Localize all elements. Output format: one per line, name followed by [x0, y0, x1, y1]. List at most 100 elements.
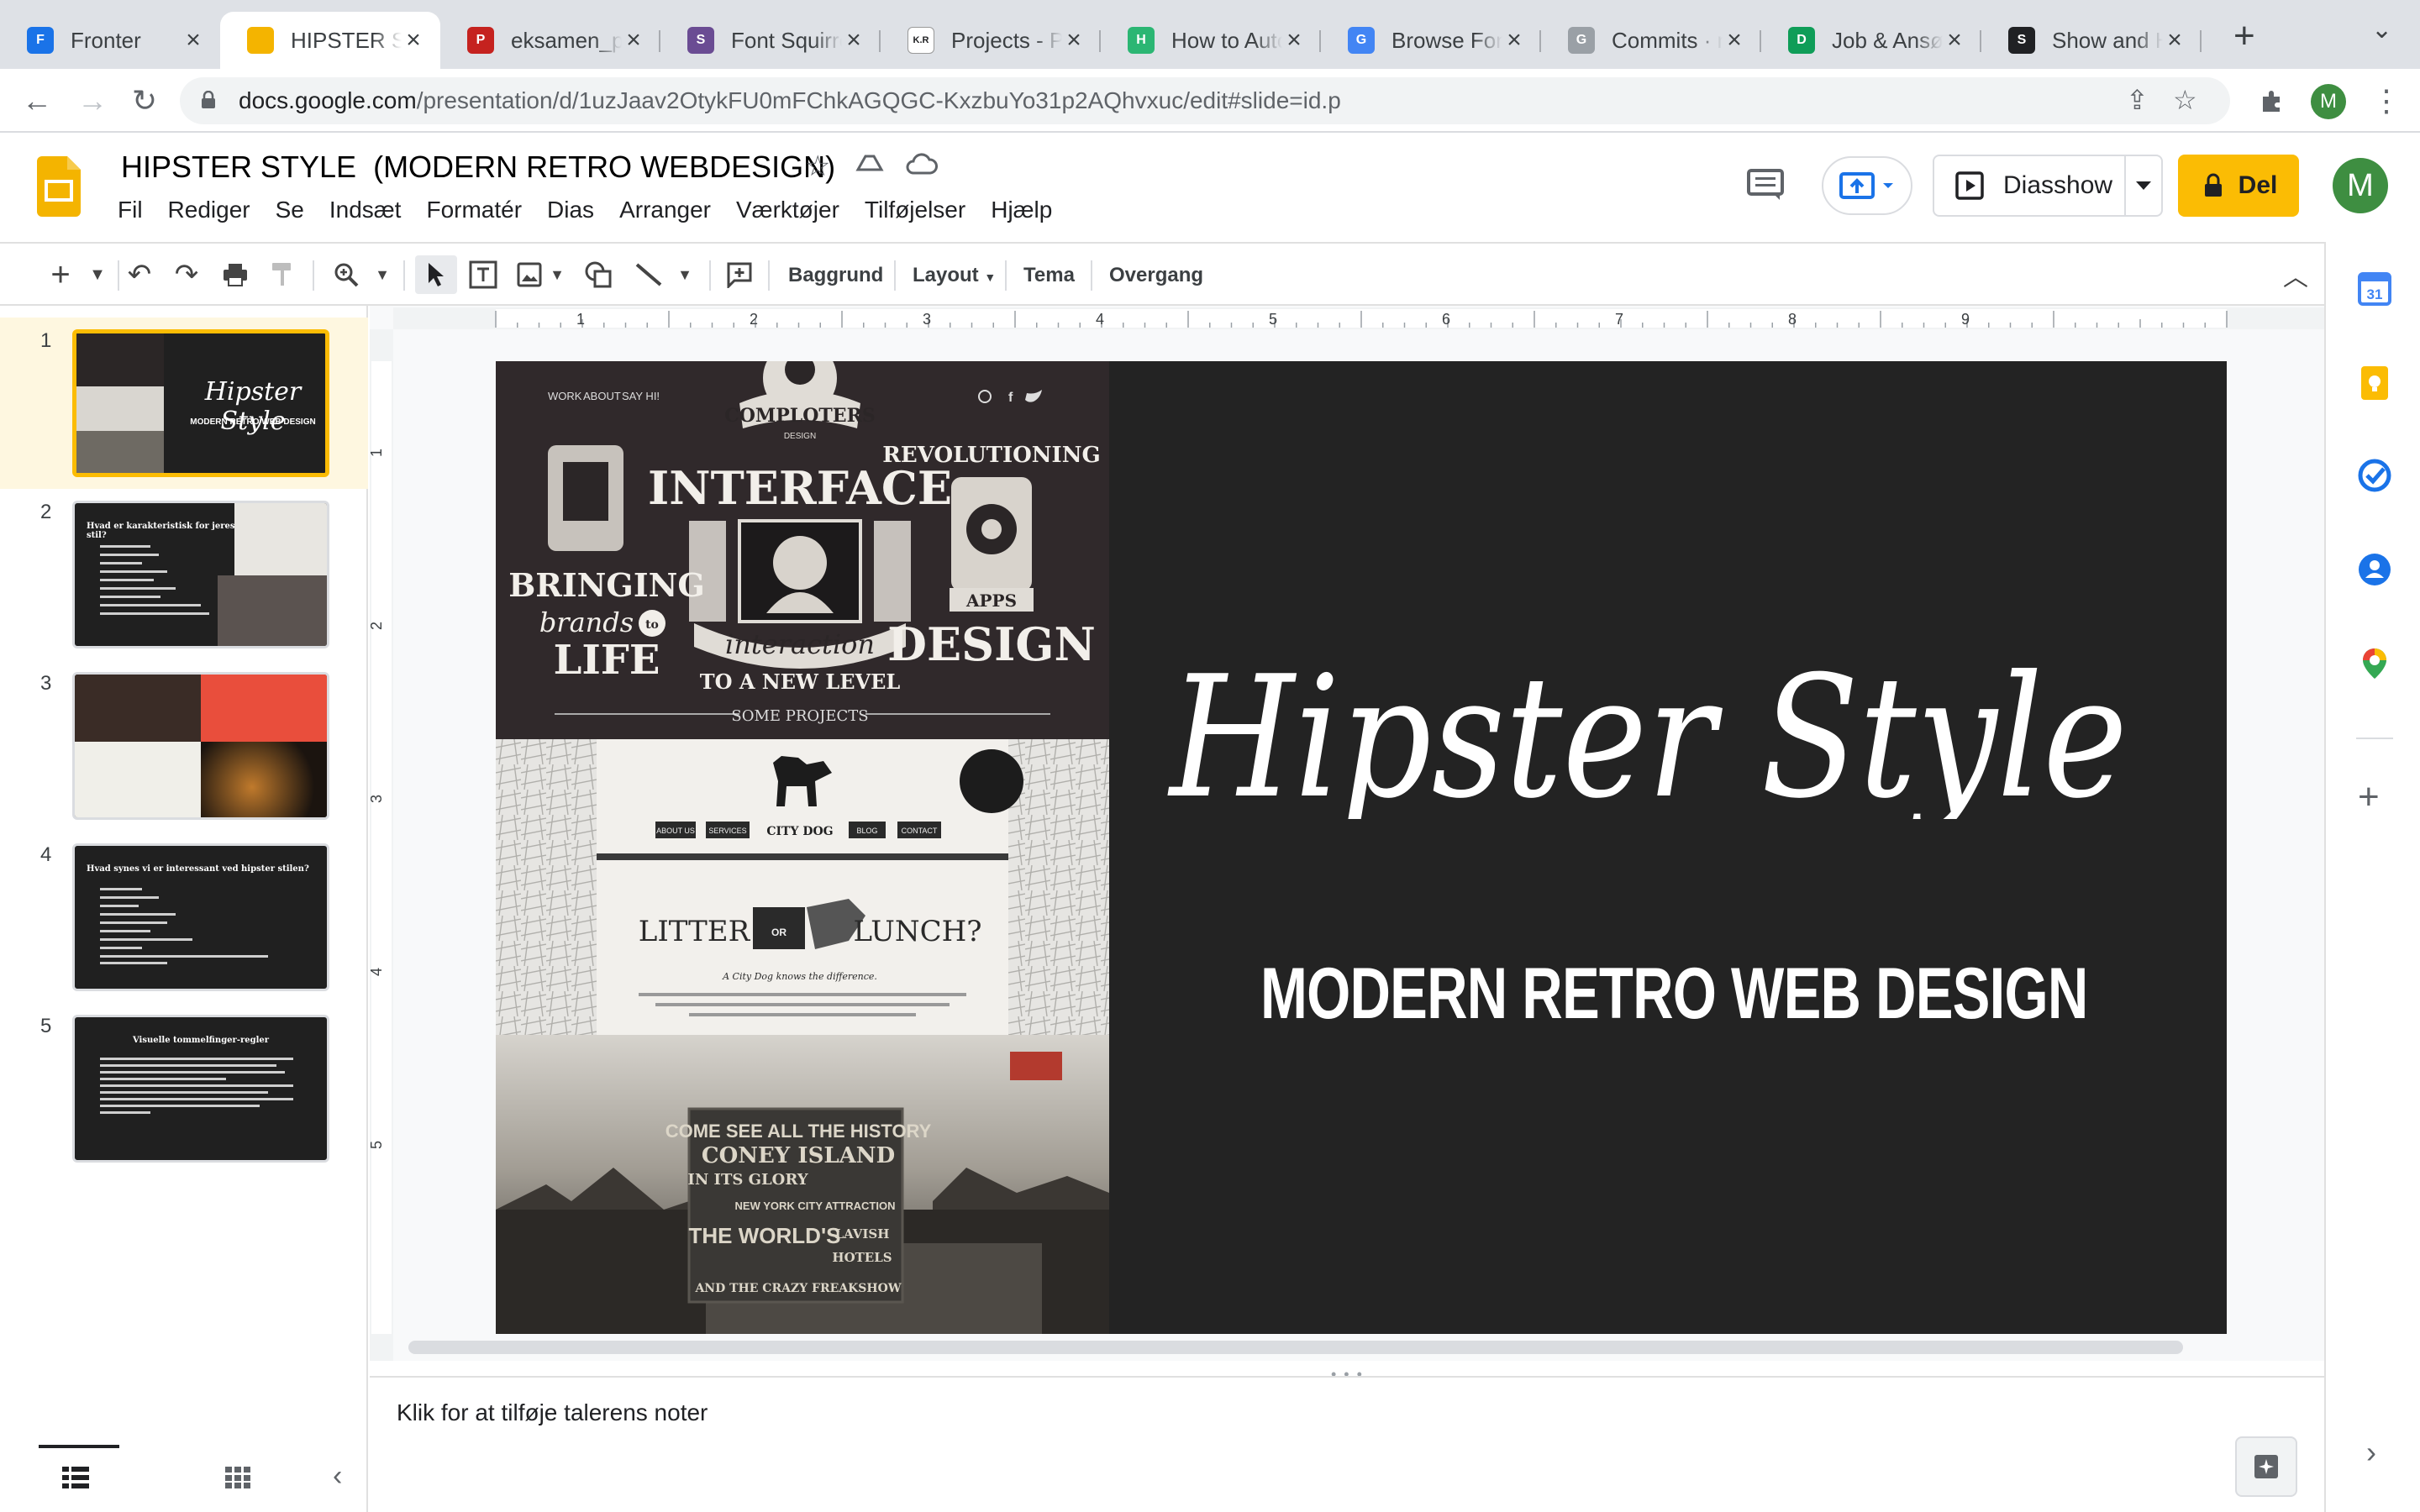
share-button[interactable]: Del [2178, 155, 2299, 217]
cloud-saved-icon[interactable] [906, 150, 938, 186]
forward-button[interactable]: → [72, 81, 113, 121]
menu-item[interactable]: Hjælp [991, 197, 1052, 223]
close-tab-icon[interactable]: × [1943, 26, 1966, 55]
browser-tab[interactable]: K.R Projects - P × [881, 12, 1101, 69]
grid-view-icon[interactable] [225, 1467, 250, 1493]
close-tab-icon[interactable]: × [2163, 26, 2186, 55]
close-tab-icon[interactable]: × [402, 26, 425, 55]
document-title[interactable]: HIPSTER STYLE (MODERN RETRO WEBDESIGN) [121, 150, 835, 185]
comment-history-icon[interactable] [1746, 168, 1785, 202]
present-to-meeting-button[interactable] [1822, 156, 1912, 215]
browser-tab[interactable]: S Show and H × [1981, 12, 2202, 69]
browser-tab[interactable]: D Job & Ansø × [1761, 12, 1981, 69]
new-tab-button[interactable]: + [2233, 15, 2255, 57]
slide-subtitle[interactable]: MODERN RETRO WEB DESIGN [1260, 953, 2088, 1036]
menu-item[interactable]: Værktøjer [736, 197, 839, 223]
back-button[interactable]: ← [17, 81, 57, 121]
browser-profile-avatar[interactable]: M [2311, 84, 2346, 119]
slide-title-box[interactable]: Hipster Style [496, 668, 2227, 819]
explore-sparkle-button[interactable] [2235, 1436, 2297, 1497]
layout-button[interactable]: Layout ▼ [913, 264, 996, 287]
star-icon[interactable]: ☆ [805, 150, 830, 183]
toolbar-divider [403, 260, 405, 291]
menu-item[interactable]: Tilføjelser [865, 197, 965, 223]
menu-item[interactable]: Arranger [619, 197, 711, 223]
horizontal-ruler[interactable]: 1 2 3 4 5 6 7 8 9 [393, 307, 2324, 329]
select-cursor-icon[interactable] [415, 255, 457, 294]
undo-icon[interactable]: ↶ [123, 255, 156, 294]
speaker-notes-panel[interactable]: Klik for at tilføje talerens noter [370, 1376, 2324, 1512]
extensions-puzzle-icon[interactable] [2252, 81, 2292, 121]
tasks-icon[interactable] [2356, 457, 2393, 494]
address-bar[interactable]: docs.google.com/presentation/d/1uzJaav2O… [180, 77, 2230, 124]
close-tab-icon[interactable]: × [622, 26, 645, 55]
filmstrip-slide-3[interactable]: 3 [0, 660, 368, 832]
horizontal-scrollbar[interactable] [408, 1341, 2183, 1354]
close-tab-icon[interactable]: × [1723, 26, 1746, 55]
bookmark-star-icon[interactable]: ☆ [2173, 84, 2197, 116]
new-slide-plus-icon[interactable]: + [44, 255, 77, 294]
filmstrip-view-icon[interactable] [62, 1467, 89, 1493]
move-to-folder-icon[interactable] [855, 150, 884, 186]
add-comment-icon[interactable] [721, 255, 758, 294]
keep-icon[interactable] [2356, 365, 2393, 402]
filmstrip-slide-5[interactable]: 5 Visuelle tommelfinger-regler [0, 1003, 368, 1174]
slideshow-dropdown-chevron-icon[interactable] [2124, 156, 2161, 215]
print-icon[interactable] [218, 255, 252, 294]
browser-tab[interactable]: F Fronter × [0, 12, 220, 69]
slideshow-button[interactable]: Diasshow [1933, 155, 2163, 217]
close-tab-icon[interactable]: × [1062, 26, 1086, 55]
transition-button[interactable]: Overgang [1109, 264, 1203, 287]
account-avatar[interactable]: M [2333, 158, 2388, 213]
collapse-filmstrip-chevron-icon[interactable]: ‹ [333, 1460, 342, 1493]
menu-item[interactable]: Indsæt [329, 197, 402, 223]
close-tab-icon[interactable]: × [1282, 26, 1306, 55]
paint-format-icon[interactable] [266, 255, 299, 294]
zoom-icon[interactable] [328, 255, 365, 294]
new-slide-layout-dropdown-icon[interactable]: ▼ [87, 255, 108, 294]
line-icon[interactable] [630, 255, 667, 294]
hipster-collage-image[interactable]: WORK ABOUT SAY HI! f COMPLOTERS DESIGN I… [496, 361, 1109, 1334]
theme-button[interactable]: Tema [1023, 264, 1075, 287]
calendar-icon[interactable]: 31 [2356, 270, 2393, 307]
browser-tab[interactable]: S Font Squirrel× [660, 12, 881, 69]
menu-item[interactable]: Se [276, 197, 304, 223]
insert-image-icon[interactable] [513, 255, 546, 294]
line-dropdown-icon[interactable]: ▼ [676, 255, 694, 294]
zoom-dropdown-icon[interactable]: ▼ [373, 255, 392, 294]
share-page-icon[interactable]: ⇪ [2126, 84, 2149, 116]
close-tab-icon[interactable]: × [182, 26, 205, 55]
browser-tab[interactable]: HIPSTER STYLE× [220, 12, 440, 69]
browser-tab[interactable]: G Browse Fon × [1321, 12, 1541, 69]
browser-menu-icon[interactable]: ⋮ [2366, 81, 2407, 121]
menu-item[interactable]: Formatér [426, 197, 522, 223]
slide-1-canvas[interactable]: WORK ABOUT SAY HI! f COMPLOTERS DESIGN I… [496, 361, 2227, 1334]
close-tab-icon[interactable]: × [1502, 26, 1526, 55]
close-tab-icon[interactable]: × [842, 26, 865, 55]
docs-icon: P [467, 27, 494, 54]
browser-tab[interactable]: G Commits · n × [1541, 12, 1761, 69]
browser-tab[interactable]: H How to Auto × [1101, 12, 1321, 69]
reload-button[interactable]: ↻ [124, 81, 165, 121]
filmstrip-slide-4[interactable]: 4 Hvad synes vi er interessant ved hipst… [0, 832, 368, 1003]
tab-search-chevron-icon[interactable]: ⌄ [2371, 15, 2392, 45]
google-slides-logo-icon[interactable] [37, 156, 81, 217]
redo-icon[interactable]: ↷ [170, 255, 203, 294]
menu-item[interactable]: Fil [118, 197, 143, 223]
filmstrip-slide-2[interactable]: 2 Hvad er karakteristisk for jeres stil? [0, 489, 368, 660]
image-dropdown-icon[interactable]: ▼ [548, 255, 566, 294]
get-addons-plus-icon[interactable]: + [2358, 776, 2380, 818]
text-box-icon[interactable] [464, 255, 502, 294]
maps-icon[interactable] [2356, 645, 2393, 682]
speaker-notes-placeholder[interactable]: Klik for at tilføje talerens noter [397, 1399, 708, 1426]
browser-tab[interactable]: Peksamen_p × [440, 12, 660, 69]
vertical-ruler[interactable]: 1 2 3 4 5 [368, 329, 393, 1361]
contacts-icon[interactable] [2356, 551, 2393, 588]
show-side-panel-chevron-icon[interactable]: › [2366, 1435, 2376, 1470]
menu-item[interactable]: Rediger [168, 197, 250, 223]
background-button[interactable]: Baggrund [788, 264, 883, 287]
shape-icon[interactable] [580, 255, 617, 294]
collapse-menus-chevron-icon[interactable]: ︿ [2279, 255, 2312, 294]
menu-item[interactable]: Dias [547, 197, 594, 223]
filmstrip-slide-1[interactable]: 1 Hipster Style MODERN RETRO WEB DESIGN [0, 318, 368, 489]
